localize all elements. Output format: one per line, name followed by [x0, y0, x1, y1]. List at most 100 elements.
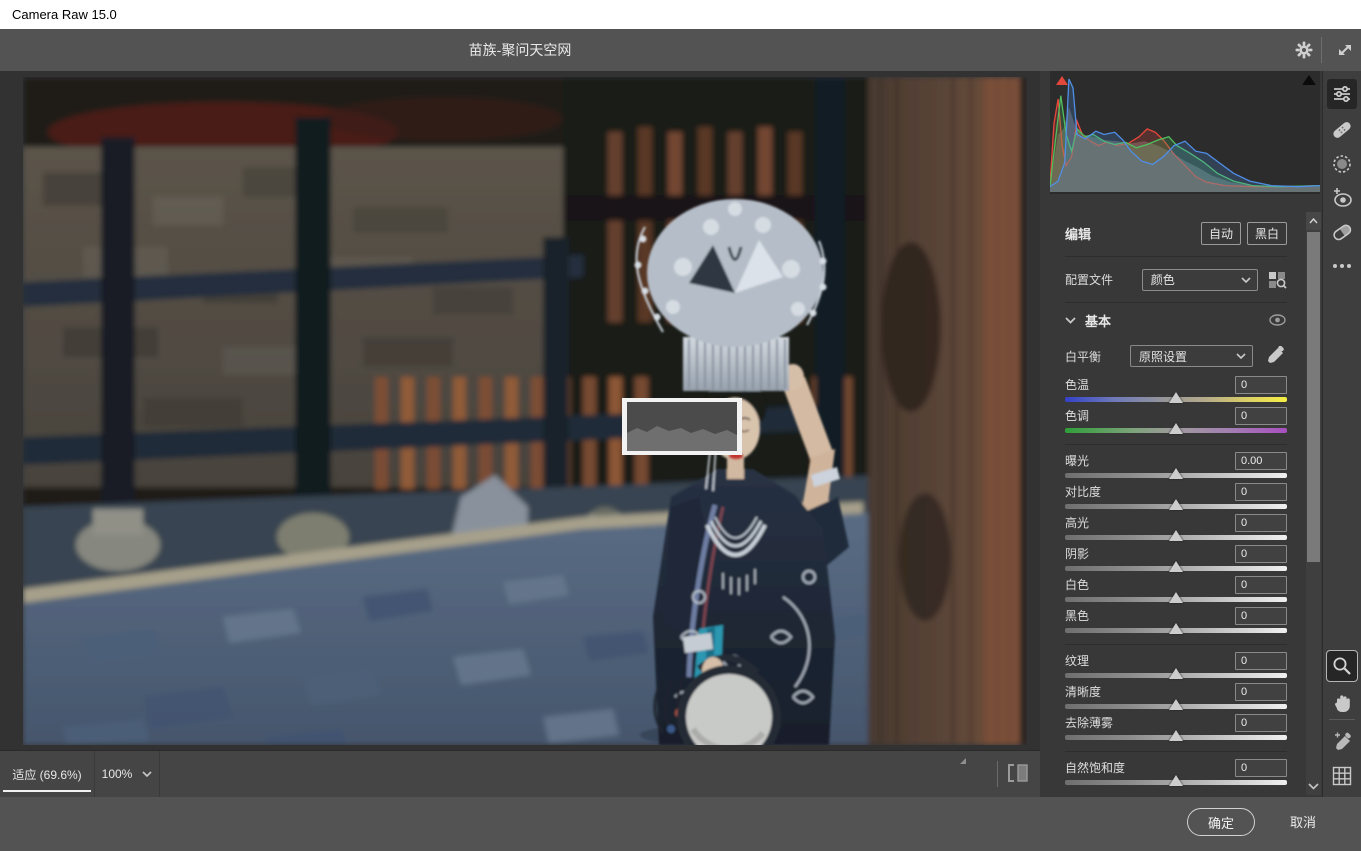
- slider-thumb[interactable]: [1169, 699, 1183, 710]
- cancel-button[interactable]: 取消: [1284, 811, 1322, 832]
- profile-dropdown[interactable]: 颜色: [1142, 269, 1258, 291]
- auto-button[interactable]: 自动: [1201, 222, 1241, 245]
- slider-track[interactable]: [1065, 563, 1287, 575]
- wb-eyedropper-icon: [1331, 731, 1353, 753]
- tool-presets[interactable]: [1327, 217, 1357, 247]
- slider-thumb[interactable]: [1169, 592, 1183, 603]
- presets-icon: [1330, 220, 1354, 244]
- fit-zoom-label: 适应 (69.6%): [12, 768, 81, 782]
- photo-preview[interactable]: [23, 77, 1027, 745]
- slider-track[interactable]: [1065, 470, 1287, 482]
- chevron-down-icon: [1065, 317, 1076, 324]
- highlight-clipping-toggle[interactable]: [1300, 73, 1317, 87]
- ok-button[interactable]: 确定: [1187, 808, 1255, 836]
- slider-thumb[interactable]: [1169, 668, 1183, 679]
- slider-track[interactable]: [1065, 532, 1287, 544]
- tool-rail-divider: [1329, 719, 1355, 720]
- hand-icon: [1332, 691, 1352, 713]
- slider-value-input[interactable]: [1235, 683, 1287, 701]
- edit-panel-title: 编辑: [1065, 224, 1201, 243]
- panel-scrollbar[interactable]: [1306, 212, 1321, 795]
- slider-value-input[interactable]: [1235, 376, 1287, 394]
- scroll-down-button[interactable]: [1306, 778, 1321, 794]
- tool-zoom[interactable]: [1327, 651, 1357, 681]
- tool-red-eye[interactable]: [1327, 183, 1357, 213]
- slider-label: 对比度: [1065, 483, 1235, 500]
- black-white-button[interactable]: 黑白: [1247, 222, 1287, 245]
- shadow-clipping-toggle[interactable]: [1053, 73, 1070, 87]
- eyedropper-icon: [1265, 346, 1285, 366]
- slider-value-input[interactable]: [1235, 714, 1287, 732]
- slider-value-input[interactable]: [1235, 452, 1287, 470]
- slider-value-input[interactable]: [1235, 652, 1287, 670]
- slider-value-input[interactable]: [1235, 759, 1287, 777]
- slider-thumb[interactable]: [1169, 623, 1183, 634]
- section-divider: [1065, 751, 1287, 752]
- slider-row: 阴影: [1065, 544, 1287, 575]
- slider-thumb[interactable]: [1169, 561, 1183, 572]
- scroll-up-button[interactable]: [1306, 212, 1321, 230]
- slider-track[interactable]: [1065, 777, 1287, 789]
- slider-thumb[interactable]: [1169, 423, 1183, 434]
- slider-label: 阴影: [1065, 545, 1235, 562]
- chevron-up-icon: [1309, 218, 1318, 224]
- tool-more[interactable]: [1327, 251, 1357, 281]
- slider-track[interactable]: [1065, 394, 1287, 406]
- edit-pane: 编辑 自动 黑白 配置文件 颜色: [1040, 71, 1322, 797]
- slider-value-input[interactable]: [1235, 576, 1287, 594]
- fullscreen-button[interactable]: [1332, 37, 1358, 63]
- grid-icon: [1332, 766, 1352, 786]
- slider-track[interactable]: [1065, 670, 1287, 682]
- basic-section-header[interactable]: 基本: [1065, 303, 1287, 337]
- slider-value-input[interactable]: [1235, 407, 1287, 425]
- slider-value-input[interactable]: [1235, 514, 1287, 532]
- image-canvas[interactable]: [0, 71, 1040, 750]
- slider-thumb[interactable]: [1169, 468, 1183, 479]
- slider-track[interactable]: [1065, 425, 1287, 437]
- basic-visibility-toggle[interactable]: [1269, 314, 1286, 326]
- white-balance-row: 白平衡 原照设置: [1065, 341, 1287, 371]
- tool-grid-overlay[interactable]: [1327, 761, 1357, 791]
- slider-track[interactable]: [1065, 501, 1287, 513]
- highlight-clipping-icon: [1302, 75, 1316, 85]
- slider-row: 黑色: [1065, 606, 1287, 637]
- slider-track[interactable]: [1065, 625, 1287, 637]
- slider-thumb[interactable]: [1169, 730, 1183, 741]
- tool-white-balance-picker[interactable]: [1327, 727, 1357, 757]
- slider-thumb[interactable]: [1169, 775, 1183, 786]
- shadow-clipping-icon: [1056, 76, 1068, 85]
- white-balance-dropdown[interactable]: 原照设置: [1130, 345, 1253, 367]
- slider-track[interactable]: [1065, 701, 1287, 713]
- profile-browser-button[interactable]: [1268, 271, 1287, 289]
- slider-track[interactable]: [1065, 594, 1287, 606]
- zoom-level-dropdown[interactable]: 100%: [94, 751, 160, 797]
- scrollbar-thumb[interactable]: [1307, 232, 1320, 562]
- slider-thumb[interactable]: [1169, 392, 1183, 403]
- chevron-down-icon: [1308, 783, 1319, 790]
- settings-button[interactable]: [1291, 37, 1317, 63]
- masking-icon: [1331, 153, 1353, 175]
- slider-label: 自然饱和度: [1065, 759, 1235, 776]
- tool-hand[interactable]: [1327, 687, 1357, 717]
- tool-edit[interactable]: [1327, 79, 1357, 109]
- slider-label: 纹理: [1065, 652, 1235, 669]
- slider-row: 去除薄雾: [1065, 713, 1287, 744]
- tool-heal[interactable]: [1327, 115, 1357, 145]
- slider-thumb[interactable]: [1169, 499, 1183, 510]
- slider-track[interactable]: [1065, 732, 1287, 744]
- slider-value-input[interactable]: [1235, 483, 1287, 501]
- slider-value-input[interactable]: [1235, 545, 1287, 563]
- histogram[interactable]: [1050, 71, 1320, 194]
- slider-thumb[interactable]: [1169, 530, 1183, 541]
- slider-row: 色温: [1065, 375, 1287, 406]
- slider-value-input[interactable]: [1235, 607, 1287, 625]
- white-balance-eyedropper-button[interactable]: [1265, 346, 1285, 366]
- sliders-icon: [1331, 83, 1353, 105]
- tool-mask[interactable]: [1327, 149, 1357, 179]
- before-after-button[interactable]: [1006, 762, 1030, 784]
- profile-browser-icon: [1268, 271, 1287, 289]
- red-eye-icon: [1330, 187, 1354, 209]
- white-balance-label: 白平衡: [1065, 348, 1130, 365]
- slider-row: 纹理: [1065, 651, 1287, 682]
- magnifier-icon: [1331, 655, 1353, 677]
